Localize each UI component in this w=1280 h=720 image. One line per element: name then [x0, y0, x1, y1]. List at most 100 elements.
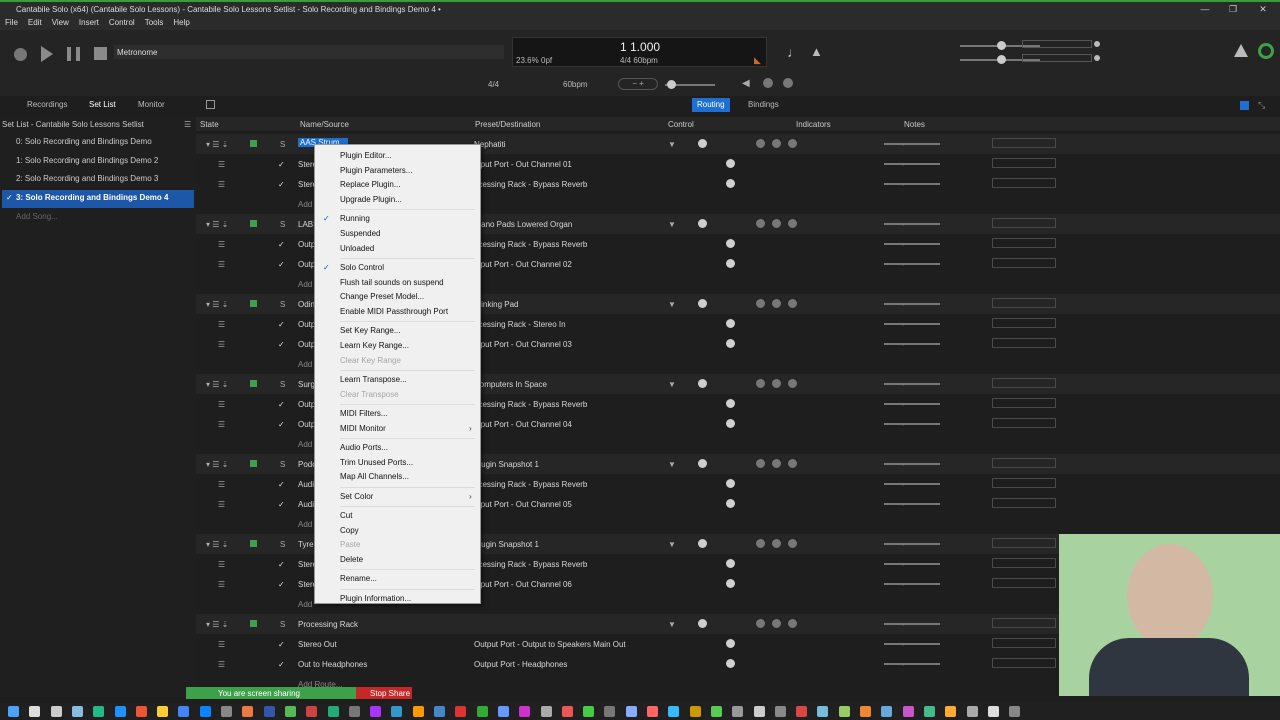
- menu-item[interactable]: Plugin Information...: [340, 594, 411, 603]
- drag-handle-icon[interactable]: ☰: [218, 640, 225, 649]
- taskbar-app-icon[interactable]: [178, 706, 190, 717]
- grid-view-icon[interactable]: [206, 100, 215, 109]
- mute-icon[interactable]: [788, 379, 797, 388]
- mute-icon[interactable]: [772, 299, 781, 308]
- input-gain-knob[interactable]: [997, 55, 1006, 64]
- stop-share-button[interactable]: Stop Share: [356, 687, 412, 699]
- menu-file[interactable]: File: [0, 16, 23, 29]
- menu-item[interactable]: Set Key Range...: [340, 326, 400, 335]
- menu-item[interactable]: Delete: [340, 555, 363, 564]
- menu-item[interactable]: Change Preset Model...: [340, 292, 424, 301]
- metronome-icon[interactable]: ▲: [810, 44, 823, 59]
- row-name[interactable]: Outp: [298, 320, 315, 329]
- row-preset[interactable]: ocessing Rack - Bypass Reverb: [474, 480, 587, 489]
- mute-icon[interactable]: [756, 219, 765, 228]
- filter-icon[interactable]: ▼: [668, 140, 676, 149]
- gain-slider[interactable]: [884, 263, 940, 265]
- taskbar-app-icon[interactable]: [114, 706, 126, 717]
- master-gain-knob[interactable]: [997, 41, 1006, 50]
- menu-item[interactable]: Running: [340, 214, 370, 223]
- row-preset[interactable]: Plugin Snapshot 1: [474, 460, 539, 469]
- mute-icon[interactable]: [788, 299, 797, 308]
- menu-item[interactable]: Enable MIDI Passthrough Port: [340, 307, 448, 316]
- menu-item[interactable]: Solo Control: [340, 263, 384, 272]
- row-preset[interactable]: Computers In Space: [474, 380, 547, 389]
- gain-slider-knob[interactable]: [726, 259, 735, 268]
- menu-item[interactable]: Unloaded: [340, 244, 374, 253]
- row-name[interactable]: Out to Headphones: [298, 660, 367, 669]
- mute-icon[interactable]: [756, 619, 765, 628]
- drag-handle-icon[interactable]: ☰: [218, 420, 225, 429]
- start-icon[interactable]: [8, 706, 19, 717]
- row-name[interactable]: Outp: [298, 420, 315, 429]
- panel-toggle-icon[interactable]: [1240, 101, 1249, 110]
- taskbar-app-icon[interactable]: [987, 706, 999, 717]
- menu-item[interactable]: MIDI Monitor: [340, 424, 386, 433]
- close-button[interactable]: ✕: [1256, 4, 1270, 15]
- menu-help[interactable]: Help: [168, 16, 194, 29]
- enable-checkbox[interactable]: ✓: [278, 160, 285, 169]
- taskbar-app-icon[interactable]: [774, 706, 786, 717]
- gain-slider-knob[interactable]: [726, 179, 735, 188]
- menu-item[interactable]: Set Color: [340, 492, 373, 501]
- menu-edit[interactable]: Edit: [23, 16, 47, 29]
- mute-icon[interactable]: [772, 619, 781, 628]
- taskbar-app-icon[interactable]: [1009, 706, 1021, 717]
- gain-slider-knob[interactable]: [726, 639, 735, 648]
- drag-handle-icon[interactable]: ☰: [218, 160, 225, 169]
- gain-slider[interactable]: [884, 403, 940, 405]
- row-name[interactable]: Outp: [298, 260, 315, 269]
- menu-item[interactable]: Plugin Parameters...: [340, 166, 412, 175]
- menu-item[interactable]: Learn Transpose...: [340, 375, 407, 384]
- row-preset[interactable]: Output Port - Headphones: [474, 660, 567, 669]
- expand-icon[interactable]: ▾ ☰ ⇣: [206, 620, 228, 629]
- col-control[interactable]: Control: [668, 120, 694, 129]
- tempo-slider-knob[interactable]: [667, 80, 676, 89]
- menu-item[interactable]: Upgrade Plugin...: [340, 195, 402, 204]
- row-name[interactable]: Add: [298, 280, 312, 289]
- gain-slider[interactable]: [884, 623, 940, 625]
- solo-icon[interactable]: S: [280, 620, 285, 629]
- mute-icon[interactable]: [756, 299, 765, 308]
- gain-slider-knob[interactable]: [726, 239, 735, 248]
- drag-handle-icon[interactable]: ☰: [218, 580, 225, 589]
- col-preset[interactable]: Preset/Destination: [475, 120, 540, 129]
- gain-slider[interactable]: [884, 303, 940, 305]
- menu-tools[interactable]: Tools: [140, 16, 169, 29]
- taskbar-app-icon[interactable]: [647, 706, 658, 717]
- taskbar-app-icon[interactable]: [29, 706, 41, 717]
- gain-slider-knob[interactable]: [726, 579, 735, 588]
- tab-monitor[interactable]: Monitor: [138, 100, 165, 112]
- col-indicators[interactable]: Indicators: [796, 120, 831, 129]
- taskbar-app-icon[interactable]: [796, 706, 808, 717]
- drag-handle-icon[interactable]: ☰: [218, 340, 225, 349]
- gain-slider[interactable]: [884, 163, 940, 165]
- enable-checkbox[interactable]: ✓: [278, 260, 285, 269]
- row-preset[interactable]: utput Port - Out Channel 01: [474, 160, 572, 169]
- taskbar-app-icon[interactable]: [221, 706, 232, 717]
- mute-icon[interactable]: [772, 459, 781, 468]
- row-preset[interactable]: utput Port - Out Channel 06: [474, 580, 572, 589]
- taskbar-app-icon[interactable]: [710, 706, 722, 717]
- col-name[interactable]: Name/Source: [300, 120, 349, 129]
- row-preset[interactable]: utput Port - Out Channel 02: [474, 260, 572, 269]
- mute-icon[interactable]: [788, 459, 797, 468]
- taskbar-app-icon[interactable]: [455, 706, 467, 717]
- solo-icon[interactable]: S: [280, 540, 285, 549]
- col-state[interactable]: State: [200, 120, 219, 129]
- taskbar-app-icon[interactable]: [50, 706, 62, 717]
- mute-icon[interactable]: [788, 139, 797, 148]
- gain-slider-knob[interactable]: [726, 479, 735, 488]
- taskbar-app-icon[interactable]: [519, 706, 531, 717]
- warning-icon[interactable]: [1234, 44, 1248, 57]
- menu-item[interactable]: Trim Unused Ports...: [340, 458, 413, 467]
- expand-icon[interactable]: ▾ ☰ ⇣: [206, 140, 228, 149]
- loop-icon[interactable]: [763, 78, 773, 88]
- song-item[interactable]: 2: Solo Recording and Bindings Demo 3: [2, 171, 194, 189]
- gain-slider-knob[interactable]: [726, 499, 735, 508]
- drag-handle-icon[interactable]: ☰: [218, 660, 225, 669]
- row-name[interactable]: Add: [298, 600, 312, 609]
- enable-checkbox[interactable]: ✓: [278, 580, 285, 589]
- menu-control[interactable]: Control: [104, 16, 140, 29]
- gain-slider[interactable]: [884, 243, 940, 245]
